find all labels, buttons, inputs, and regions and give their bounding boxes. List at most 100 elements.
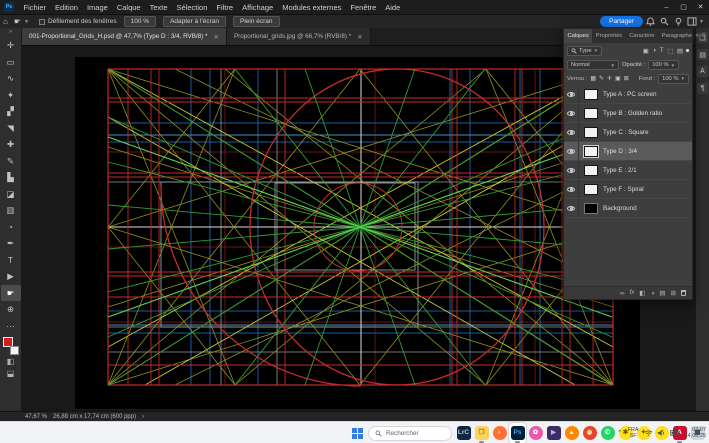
- status-expander-icon[interactable]: ›: [142, 414, 144, 420]
- gradient-tool[interactable]: ▥: [1, 202, 21, 219]
- language-indicator[interactable]: FRASF: [628, 427, 639, 440]
- taskbar-search[interactable]: Rechercher: [368, 426, 452, 441]
- panel-tab-paragraphe[interactable]: Paragraphe: [658, 29, 695, 43]
- document-tab-2[interactable]: Proportional_grids.jpg @ 66,7% (RVB/8) *…: [227, 28, 371, 45]
- layer-filter-icon-2[interactable]: ◑: [652, 47, 656, 54]
- maximize-button[interactable]: ▢: [675, 0, 692, 14]
- lock-icon-2[interactable]: ✎: [599, 75, 604, 82]
- menu-edition[interactable]: Edition: [51, 3, 83, 12]
- clone-stamp-tool[interactable]: ▙: [1, 169, 21, 186]
- color-swatches[interactable]: [2, 337, 20, 355]
- dodge-tool[interactable]: ◔: [1, 219, 21, 236]
- layer-filter-icon-1[interactable]: ▣: [643, 47, 649, 55]
- full-screen-button[interactable]: Plein écran: [233, 16, 280, 27]
- wifi-icon[interactable]: [644, 429, 653, 437]
- layer-row[interactable]: Type B : Golden ratio: [564, 104, 692, 123]
- menu-modules-externes[interactable]: Modules externes: [278, 3, 346, 12]
- zoom-100-button[interactable]: 100 %: [124, 16, 156, 27]
- layer-filter-icon-4[interactable]: ⬚: [667, 47, 673, 55]
- layer-thumbnail[interactable]: [584, 165, 598, 176]
- menu-filtre[interactable]: Filtre: [212, 3, 238, 12]
- collapsed-character-panel-icon[interactable]: A: [697, 66, 708, 77]
- menu-aide[interactable]: Aide: [381, 3, 405, 12]
- lock-icon-5[interactable]: ⊠: [624, 75, 629, 82]
- layer-visibility-toggle[interactable]: [564, 104, 579, 122]
- taskbar-app-photos-app[interactable]: ✿: [527, 423, 544, 443]
- layer-visibility-toggle[interactable]: [564, 142, 579, 160]
- close-tab-icon[interactable]: ✕: [357, 33, 362, 41]
- new-layer-icon[interactable]: ⊞: [671, 289, 676, 297]
- layer-group-icon[interactable]: ▤: [659, 289, 665, 297]
- menu-fenêtre[interactable]: Fenêtre: [346, 3, 381, 12]
- menu-calque[interactable]: Calque: [112, 3, 145, 12]
- hand-tool-dropdown-icon[interactable]: ▼: [24, 19, 29, 25]
- panel-tab-caractère[interactable]: Caractère: [626, 29, 658, 43]
- clock[interactable]: 07:0714.06.25: [685, 427, 706, 440]
- document-canvas[interactable]: [75, 57, 640, 409]
- filter-kind-select[interactable]: Type▼: [567, 46, 602, 56]
- path-selection-tool[interactable]: ▶: [1, 268, 21, 285]
- brush-tool[interactable]: ✎: [1, 153, 21, 170]
- quick-mask-icon[interactable]: ◧: [1, 355, 21, 367]
- notifications-bell-icon[interactable]: [643, 17, 657, 26]
- document-tab-1[interactable]: 001-Proportional_Grids_H.psd @ 47,7% (Ty…: [22, 28, 227, 45]
- layer-row[interactable]: Type D : 3/4: [564, 142, 692, 161]
- layer-filter-icon-5[interactable]: ▤: [677, 47, 683, 55]
- eraser-tool[interactable]: ◪: [1, 186, 21, 203]
- workspace-dropdown-icon[interactable]: ▼: [699, 19, 704, 25]
- home-icon[interactable]: ⌂: [3, 18, 8, 26]
- marquee-tool[interactable]: ▭: [1, 54, 21, 71]
- layer-visibility-toggle[interactable]: [564, 123, 579, 141]
- healing-brush-tool[interactable]: ✚: [1, 136, 21, 153]
- layer-thumbnail[interactable]: [584, 184, 598, 195]
- search-icon[interactable]: [657, 17, 671, 26]
- layer-visibility-toggle[interactable]: [564, 180, 579, 198]
- edit-toolbar[interactable]: ⋯: [1, 318, 21, 335]
- taskbar-app-media-player-app[interactable]: ▶: [545, 423, 562, 443]
- volume-icon[interactable]: [657, 429, 666, 437]
- fit-screen-button[interactable]: Adapter à l'écran: [163, 16, 226, 27]
- taskbar-app-orange-swirl-app[interactable]: ◉: [581, 423, 598, 443]
- lock-icon-1[interactable]: ▦: [590, 75, 596, 82]
- taskbar-app-whatsapp[interactable]: ✆: [599, 423, 616, 443]
- lasso-tool[interactable]: ∿: [1, 70, 21, 87]
- discover-lightbulb-icon[interactable]: [671, 17, 685, 26]
- tray-overflow-icon[interactable]: ⌃: [617, 429, 623, 437]
- menu-image[interactable]: Image: [82, 3, 112, 12]
- close-button[interactable]: ✕: [692, 0, 709, 14]
- layer-filter-icon-3[interactable]: T: [660, 47, 664, 54]
- type-tool[interactable]: T: [1, 252, 21, 269]
- layer-visibility-toggle[interactable]: [564, 161, 579, 179]
- collapsed-libraries-panel-icon[interactable]: ▤: [697, 49, 708, 60]
- layer-thumbnail[interactable]: [584, 108, 598, 119]
- close-tab-icon[interactable]: ✕: [213, 33, 218, 41]
- panel-overflow-icon[interactable]: »: [695, 33, 698, 39]
- crop-tool[interactable]: ▞: [1, 103, 21, 120]
- lock-icon-3[interactable]: ✛: [607, 75, 612, 82]
- layer-thumbnail[interactable]: [584, 146, 598, 157]
- filter-toggle-icon[interactable]: [686, 49, 689, 52]
- menu-fichier[interactable]: Fichier: [19, 3, 51, 12]
- blend-mode-select[interactable]: Normal▼: [567, 60, 619, 70]
- zoom-tool[interactable]: ⊕: [1, 301, 21, 318]
- taskbar-app-file-explorer[interactable]: ❒: [473, 423, 490, 443]
- hand-tool-icon[interactable]: ☛: [14, 18, 21, 26]
- quick-selection-tool[interactable]: ✦: [1, 87, 21, 104]
- minimize-button[interactable]: –: [658, 0, 675, 14]
- panel-tab-propriétés[interactable]: Propriétés: [592, 29, 625, 43]
- panel-menu-icon[interactable]: ≡: [702, 33, 706, 39]
- layer-row[interactable]: Type F : Spiral: [564, 180, 692, 199]
- scroll-all-windows-checkbox[interactable]: [39, 19, 45, 25]
- workspace-switcher-icon[interactable]: [685, 17, 699, 26]
- layer-effects-icon[interactable]: fx: [630, 290, 635, 296]
- layer-visibility-toggle[interactable]: [564, 199, 579, 217]
- fill-value[interactable]: 100 %▼: [658, 74, 689, 84]
- pen-tool[interactable]: ✒: [1, 235, 21, 252]
- layer-row[interactable]: Type C : Square: [564, 123, 692, 142]
- start-button[interactable]: [352, 428, 363, 439]
- taskbar-app-firefox[interactable]: ◖: [491, 423, 508, 443]
- taskbar-app-photoshop[interactable]: Ps: [509, 423, 526, 443]
- share-button[interactable]: Partager: [600, 16, 643, 27]
- collapsed-paragraph-panel-icon[interactable]: ¶: [697, 83, 708, 94]
- screen-mode-icon[interactable]: ⬓: [1, 367, 21, 379]
